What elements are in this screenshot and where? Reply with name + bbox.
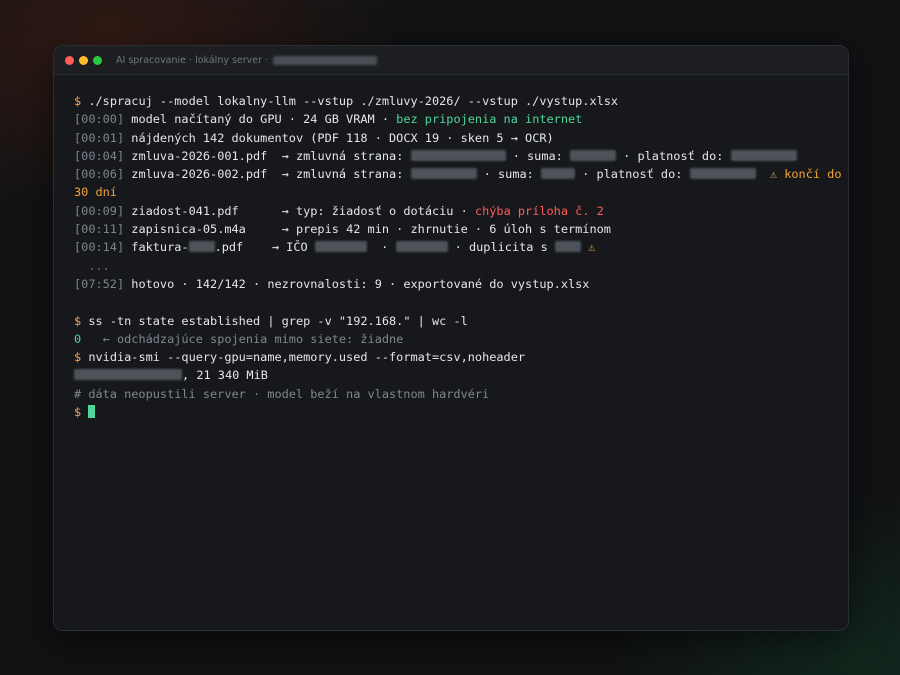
timestamp: [00:04] [74, 148, 125, 163]
output-line: 0 ← odchádzajúce spojenia mimo siete: ži… [74, 330, 848, 348]
timestamp: [00:06] [74, 167, 125, 182]
prompt-symbol: $ [74, 350, 82, 365]
redacted-title [273, 55, 378, 65]
log-line: [07:52] hotovo · 142/142 · nezrovnalosti… [74, 275, 848, 293]
text-cursor [88, 405, 96, 419]
file-name: zmluva-2026-002.pdf [131, 167, 268, 182]
field-label: · platnosť do: [582, 167, 683, 182]
ellipsis: ... [88, 258, 110, 273]
terminal-output[interactable]: $ ./spracuj --model lokalny-llm --vstup … [54, 75, 848, 421]
maximize-window-button[interactable] [93, 55, 102, 65]
active-prompt-line[interactable]: $ [74, 403, 848, 421]
redacted-value [689, 168, 756, 180]
connection-count: 0 [74, 331, 82, 346]
ellipsis-line: ... [74, 257, 848, 275]
expiry-warning: ⚠ končí do [769, 167, 842, 182]
log-line: [00:09] ziadost-041.pdf → typ: žiadosť o… [74, 202, 848, 220]
command-text: ./spracuj --model lokalny-llm --vstup ./… [88, 94, 619, 108]
minimize-window-button[interactable] [79, 55, 88, 65]
offline-status: bez pripojenia na internet [396, 112, 583, 127]
log-line: [00:04] zmluva-2026-001.pdf → zmluvná st… [74, 147, 848, 165]
terminal-window: AI spracovanie · lokálny server · $ ./sp… [53, 45, 849, 631]
redacted-value [188, 241, 215, 253]
redacted-value [395, 241, 448, 253]
output-note: ← odchádzajúce spojenia mimo siete: žiad… [102, 331, 404, 346]
file-name: zapisnica-05.m4a [131, 222, 246, 237]
log-line-wrap: 30 dní [74, 183, 848, 201]
field-label: · suma: [483, 167, 534, 182]
field-label: → IČO [271, 240, 308, 255]
output-line: , 21 340 MiB [74, 366, 848, 384]
command-text: nvidia-smi --query-gpu=name,memory.used … [88, 350, 526, 365]
file-name: ziadost-041.pdf [131, 203, 239, 218]
timestamp: [00:14] [74, 240, 125, 255]
command-text: ss -tn state established | grep -v "192.… [88, 313, 468, 328]
prompt-symbol: $ [74, 405, 82, 420]
file-name-end: .pdf [214, 240, 244, 255]
timestamp: [00:00] [74, 112, 125, 127]
redacted-value [554, 241, 581, 253]
comment-line: # dáta neopustili server · model beží na… [74, 385, 848, 403]
command-line-1: $ ./spracuj --model lokalny-llm --vstup … [74, 92, 848, 110]
expiry-warning-cont: 30 dní [74, 185, 117, 200]
log-text: nájdených 142 dokumentov (PDF 118 · DOCX… [131, 130, 554, 145]
log-text: model načítaný do GPU · 24 GB VRAM · [131, 112, 397, 127]
file-name-start: faktura- [131, 240, 189, 255]
redacted-value [410, 168, 477, 180]
field-label: · platnosť do: [623, 148, 724, 163]
redacted-value [570, 149, 616, 161]
log-line: [00:01] nájdených 142 dokumentov (PDF 11… [74, 129, 848, 147]
command-line-3: $ nvidia-smi --query-gpu=name,memory.use… [74, 348, 848, 366]
log-line: [00:00] model načítaný do GPU · 24 GB VR… [74, 110, 848, 128]
timestamp: [00:01] [74, 130, 125, 145]
log-line: [00:06] zmluva-2026-002.pdf → zmluvná st… [74, 165, 848, 183]
timestamp: [07:52] [74, 276, 125, 291]
prompt-symbol: $ [74, 94, 82, 108]
file-name: zmluva-2026-001.pdf [131, 148, 268, 163]
window-title-text: AI spracovanie · lokálny server · [116, 54, 269, 66]
field-label: → zmluvná strana: [281, 148, 404, 163]
title-bar: AI spracovanie · lokálny server · [54, 46, 848, 75]
window-title: AI spracovanie · lokálny server · [116, 54, 378, 66]
warning-icon: ⚠ [588, 240, 596, 255]
field-label: → zmluvná strana: [281, 167, 404, 182]
log-line: [00:11] zapisnica-05.m4a → prepis 42 min… [74, 220, 848, 238]
timestamp: [00:09] [74, 203, 125, 218]
gpu-memory: , 21 340 MiB [182, 368, 268, 383]
field-label: · suma: [512, 148, 563, 163]
error-text: chýba príloha č. 2 [474, 203, 604, 218]
close-window-button[interactable] [65, 55, 74, 65]
redacted-value [730, 149, 797, 161]
log-line: [00:14] faktura- .pdf → IČO · · duplicita… [74, 238, 848, 256]
field-label: → prepis 42 min · zhrnutie · 6 úloh s te… [281, 222, 611, 237]
timestamp: [00:11] [74, 222, 125, 237]
field-label: → typ: žiadosť o dotáciu · [281, 203, 475, 218]
redacted-gpu-name [74, 369, 182, 381]
redacted-value [410, 149, 506, 161]
redacted-value [314, 241, 367, 253]
redacted-value [541, 168, 575, 180]
summary-text: hotovo · 142/142 · nezrovnalosti: 9 · ex… [131, 276, 590, 291]
prompt-symbol: $ [74, 313, 82, 328]
comment-text: # dáta neopustili server · model beží na… [74, 386, 490, 401]
command-line-2: $ ss -tn state established | grep -v "19… [74, 312, 848, 330]
field-label: · duplicita s [454, 240, 548, 255]
field-label: · [381, 240, 389, 255]
